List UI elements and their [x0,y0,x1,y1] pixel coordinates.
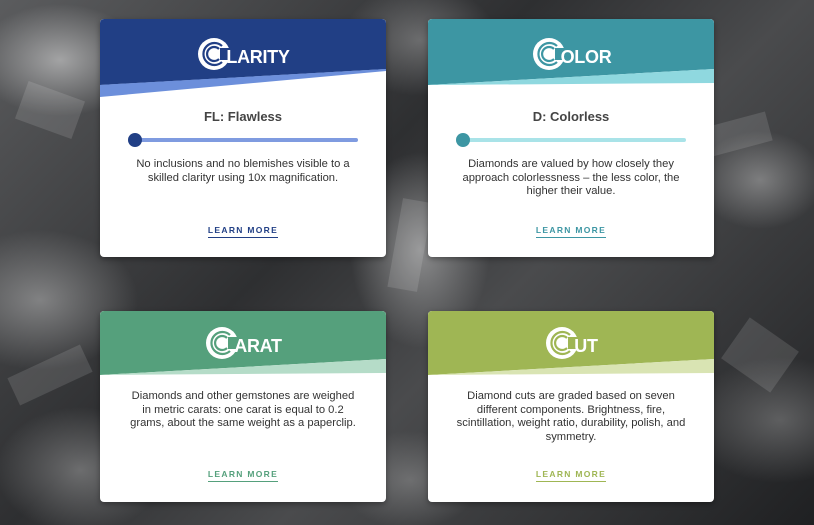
color-learn-more-label[interactable]: LEARN MORE [535,225,607,238]
cut-learn-more-label[interactable]: LEARN MORE [535,469,607,482]
cut-description: Diamond cuts are graded based on seven d… [456,390,686,443]
clarity-learn-more-link[interactable]: LEARN MORE [100,225,386,238]
clarity-card-header: LARITY [100,19,386,97]
color-card-header: OLOR [428,19,714,97]
color-title: OLOR [428,36,714,72]
color-learn-more-link[interactable]: LEARN MORE [428,225,714,238]
clarity-slider-knob[interactable] [128,133,142,147]
carat-learn-more-label[interactable]: LEARN MORE [207,469,279,482]
color-description: Diamonds are valued by how closely they … [462,158,680,197]
cut-title-text: UT [574,335,598,356]
clarity-slider[interactable] [128,133,358,147]
color-slider[interactable] [456,133,686,147]
color-slider-knob[interactable] [456,133,470,147]
clarity-card: LARITY FL: Flawless No inclusions and no… [100,19,386,257]
clarity-title-text: LARITY [226,46,290,67]
color-title-text: OLOR [560,46,612,67]
clarity-learn-more-label[interactable]: LEARN MORE [207,225,279,238]
color-grade: D: Colorless [532,109,610,124]
cut-learn-more-link[interactable]: LEARN MORE [428,469,714,482]
color-slider-track[interactable] [462,138,686,142]
carat-learn-more-link[interactable]: LEARN MORE [100,469,386,482]
clarity-description: No inclusions and no blemishes visible t… [136,158,350,184]
clarity-slider-track[interactable] [134,138,358,142]
carat-title-text: ARAT [234,335,282,356]
carat-card-header: ARAT [100,311,386,379]
cut-card: UT Diamond cuts are graded based on seve… [428,311,714,502]
clarity-grade: FL: Flawless [203,109,283,124]
cut-title: UT [428,325,714,361]
clarity-title: LARITY [100,36,386,72]
cut-card-header: UT [428,311,714,379]
color-card: OLOR D: Colorless Diamonds are valued by… [428,19,714,257]
carat-description: Diamonds and other gemstones are weighed… [130,390,356,429]
carat-title: ARAT [100,325,386,361]
carat-card: ARAT Diamonds and other gemstones are we… [100,311,386,502]
